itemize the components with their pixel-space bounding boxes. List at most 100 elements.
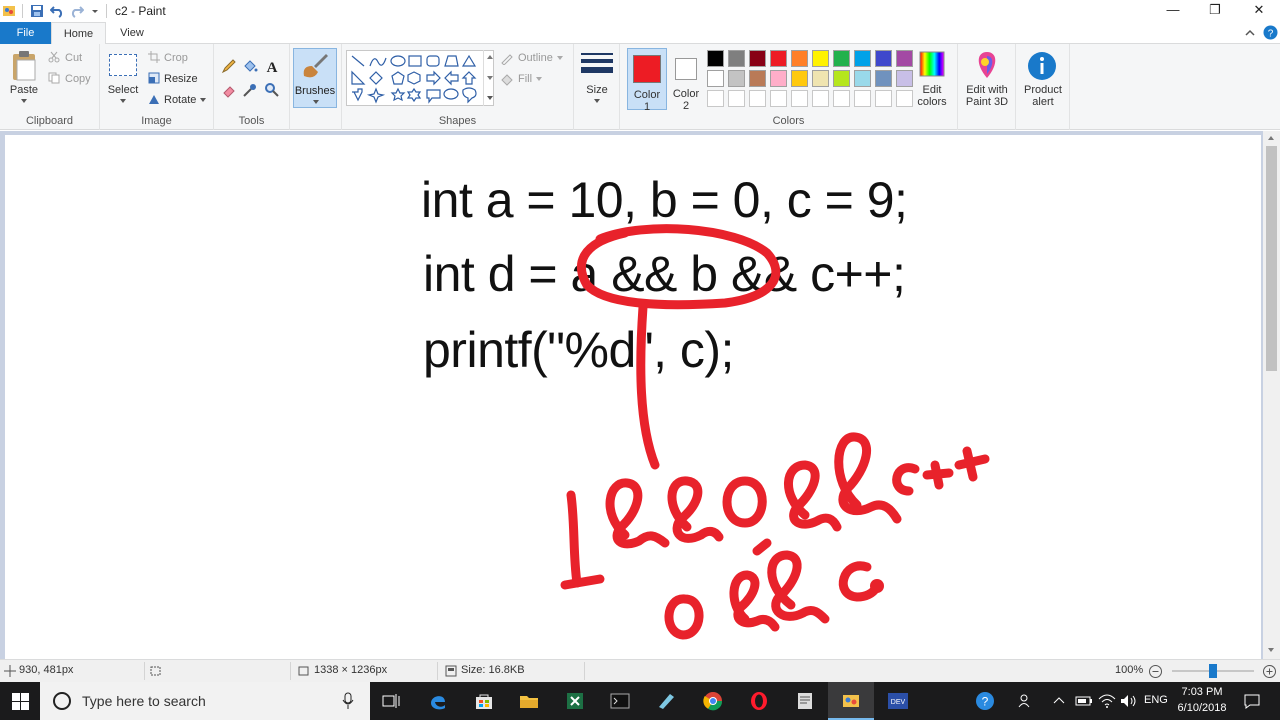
rotate-dropdown-icon[interactable] (199, 97, 207, 103)
edge-icon[interactable] (428, 691, 448, 711)
drawing-canvas[interactable]: int a = 10, b = 0, c = 9; int d = a && b… (5, 135, 1261, 659)
help-tray-icon[interactable]: ? (975, 691, 995, 711)
palette-color-swatch[interactable] (875, 70, 892, 87)
shapes-scroll-down-icon[interactable] (486, 75, 494, 81)
product-alert-line2[interactable]: alert (1016, 96, 1070, 108)
paint3d-icon[interactable] (973, 50, 1001, 80)
shapes-scroll[interactable] (483, 50, 494, 106)
shapes-gallery[interactable] (346, 50, 494, 106)
palette-color-swatch[interactable] (707, 50, 724, 67)
color1-button[interactable]: Color 1 (627, 48, 667, 113)
color2-button[interactable]: Color 2 (669, 48, 703, 112)
redo-icon[interactable] (70, 4, 84, 18)
dev-cpp-icon[interactable]: DEV (887, 691, 909, 711)
edit-colors-line2[interactable]: colors (910, 96, 954, 108)
palette-custom-slot[interactable] (812, 90, 829, 107)
notes-app-icon[interactable] (656, 691, 676, 711)
palette-custom-slot[interactable] (854, 90, 871, 107)
fill-icon[interactable] (500, 72, 514, 86)
file-explorer-icon[interactable] (519, 691, 539, 711)
wifi-icon[interactable] (1097, 691, 1117, 711)
paint3d-line1[interactable]: Edit with (958, 84, 1016, 96)
palette-color-swatch[interactable] (833, 70, 850, 87)
edit-colors-icon[interactable] (918, 50, 946, 78)
windows-start-icon[interactable] (12, 693, 29, 710)
shapes-scroll-up-icon[interactable] (486, 54, 494, 60)
collapse-ribbon-icon[interactable] (1244, 28, 1256, 38)
copy-icon[interactable] (48, 72, 60, 84)
scroll-thumb[interactable] (1266, 146, 1277, 371)
tab-home[interactable]: Home (51, 22, 106, 45)
palette-color-swatch[interactable] (812, 50, 829, 67)
palette-custom-slot[interactable] (875, 90, 892, 107)
palette-color-swatch[interactable] (770, 70, 787, 87)
zoom-out-icon[interactable] (1149, 665, 1162, 678)
volume-icon[interactable] (1118, 691, 1138, 711)
minimize-button[interactable]: — (1150, 0, 1196, 22)
taskbar-search-box[interactable]: Type here to search (40, 682, 370, 720)
vertical-scrollbar[interactable] (1263, 131, 1280, 659)
pencil-icon[interactable] (221, 58, 237, 74)
outline-dropdown-icon[interactable] (556, 55, 564, 61)
resize-icon[interactable] (148, 72, 160, 84)
spreadsheet-app-icon[interactable] (565, 691, 585, 711)
magnifier-icon[interactable] (264, 82, 280, 98)
crop-button[interactable]: Crop (164, 52, 188, 64)
palette-color-swatch[interactable] (812, 70, 829, 87)
palette-color-swatch[interactable] (854, 50, 871, 67)
paint3d-line2[interactable]: Paint 3D (958, 96, 1016, 108)
opera-icon[interactable] (749, 691, 769, 711)
size-label[interactable]: Size (576, 84, 618, 96)
outline-button[interactable]: Outline (518, 52, 553, 64)
shapes-expand-icon[interactable] (486, 95, 494, 101)
palette-custom-slot[interactable] (770, 90, 787, 107)
fill-bucket-icon[interactable] (242, 58, 258, 74)
document-app-icon[interactable] (795, 691, 815, 711)
fill-dropdown-icon[interactable] (535, 76, 543, 82)
rotate-icon[interactable] (148, 93, 160, 105)
scroll-down-icon[interactable] (1267, 647, 1275, 653)
size-icon[interactable] (581, 52, 613, 78)
palette-color-swatch[interactable] (896, 50, 913, 67)
size-dropdown-icon[interactable] (593, 98, 601, 104)
copy-button[interactable]: Copy (65, 73, 91, 85)
eraser-icon[interactable] (221, 82, 237, 98)
tab-file[interactable]: File (0, 22, 51, 44)
crop-icon[interactable] (148, 51, 160, 63)
customize-quick-access-icon[interactable] (90, 4, 100, 18)
palette-custom-slot[interactable] (707, 90, 724, 107)
zoom-slider-thumb[interactable] (1209, 664, 1217, 678)
palette-custom-slot[interactable] (791, 90, 808, 107)
product-alert-line1[interactable]: Product (1016, 84, 1070, 96)
action-center-icon[interactable] (1242, 691, 1262, 711)
undo-icon[interactable] (50, 4, 64, 18)
scroll-up-icon[interactable] (1267, 135, 1275, 141)
close-button[interactable]: ✕ (1236, 0, 1280, 22)
palette-custom-slot[interactable] (833, 90, 850, 107)
maximize-button[interactable]: ❐ (1192, 0, 1238, 22)
store-icon[interactable] (474, 691, 494, 711)
battery-icon[interactable] (1074, 691, 1094, 711)
palette-color-swatch[interactable] (875, 50, 892, 67)
edit-colors-line1[interactable]: Edit (910, 84, 954, 96)
brushes-button[interactable]: Brushes (293, 48, 337, 108)
clock-date[interactable]: 6/10/2018 (1174, 702, 1230, 714)
resize-button[interactable]: Resize (164, 73, 198, 85)
palette-color-swatch[interactable] (707, 70, 724, 87)
palette-color-swatch[interactable] (854, 70, 871, 87)
chrome-icon[interactable] (703, 691, 723, 711)
microphone-icon[interactable] (342, 692, 354, 710)
people-icon[interactable] (1016, 691, 1036, 711)
palette-color-swatch[interactable] (728, 50, 745, 67)
clock-time[interactable]: 7:03 PM (1178, 686, 1226, 698)
cut-icon[interactable] (48, 51, 60, 63)
select-icon[interactable] (109, 54, 137, 76)
task-view-icon[interactable] (381, 691, 401, 711)
palette-color-swatch[interactable] (791, 70, 808, 87)
help-icon[interactable]: ? (1263, 25, 1278, 40)
show-hidden-icons-icon[interactable] (1052, 691, 1066, 711)
outline-icon[interactable] (500, 51, 514, 65)
language-indicator[interactable]: ENG (1144, 694, 1168, 706)
paste-dropdown-icon[interactable] (20, 98, 28, 104)
palette-custom-slot[interactable] (728, 90, 745, 107)
